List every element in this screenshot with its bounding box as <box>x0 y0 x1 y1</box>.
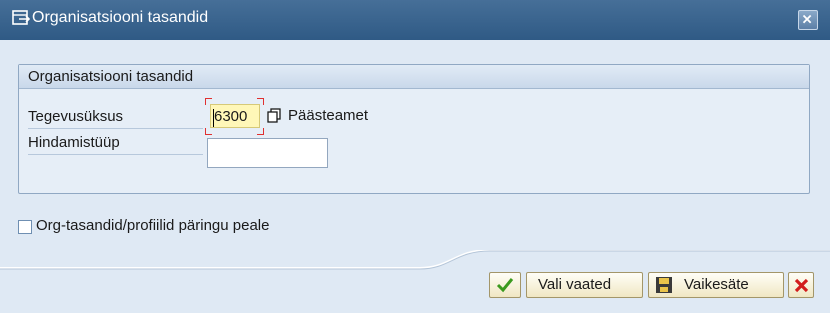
focus-corner-tl <box>205 98 212 105</box>
org-levels-on-request-checkbox[interactable] <box>18 220 32 234</box>
close-icon <box>802 14 812 24</box>
business-area-label-text: Tegevusüksus <box>28 108 124 125</box>
valuation-type-label: Hindamistüüp <box>28 131 203 155</box>
select-views-label: Vali vaated <box>538 276 612 293</box>
select-views-button[interactable]: Vali vaated <box>526 272 643 298</box>
focus-corner-br <box>257 128 264 135</box>
valuation-type-input[interactable] <box>207 138 328 168</box>
default-settings-button[interactable]: Vaikesäte <box>648 272 784 298</box>
window-title: Organisatsiooni tasandid <box>32 9 209 26</box>
business-area-description: Päästeamet <box>288 107 369 124</box>
valuation-type-label-text: Hindamistüüp <box>28 134 120 151</box>
checkmark-icon <box>496 278 514 293</box>
value-help-icon <box>267 108 281 123</box>
group-header: Organisatsiooni tasandid <box>19 65 809 89</box>
org-levels-on-request-label[interactable]: Org-tasandid/profiilid päringu peale <box>36 217 269 234</box>
value-help-button[interactable] <box>266 108 282 124</box>
focus-corner-tr <box>257 98 264 105</box>
title-bar: Organisatsiooni tasandid <box>0 0 830 40</box>
cancel-button[interactable] <box>788 272 814 298</box>
save-icon <box>656 277 672 293</box>
focus-corner-bl <box>205 128 212 135</box>
org-levels-group: Organisatsiooni tasandid Tegevusüksus Hi… <box>18 64 810 194</box>
text-cursor <box>213 109 214 127</box>
exit-dialog-icon <box>12 10 31 25</box>
business-area-label: Tegevusüksus <box>28 105 203 129</box>
business-area-input[interactable] <box>210 104 260 128</box>
close-button[interactable] <box>798 10 818 30</box>
group-title: Organisatsiooni tasandid <box>28 68 194 85</box>
cancel-icon <box>794 278 809 293</box>
default-settings-label: Vaikesäte <box>684 276 749 293</box>
continue-button[interactable] <box>489 272 521 298</box>
